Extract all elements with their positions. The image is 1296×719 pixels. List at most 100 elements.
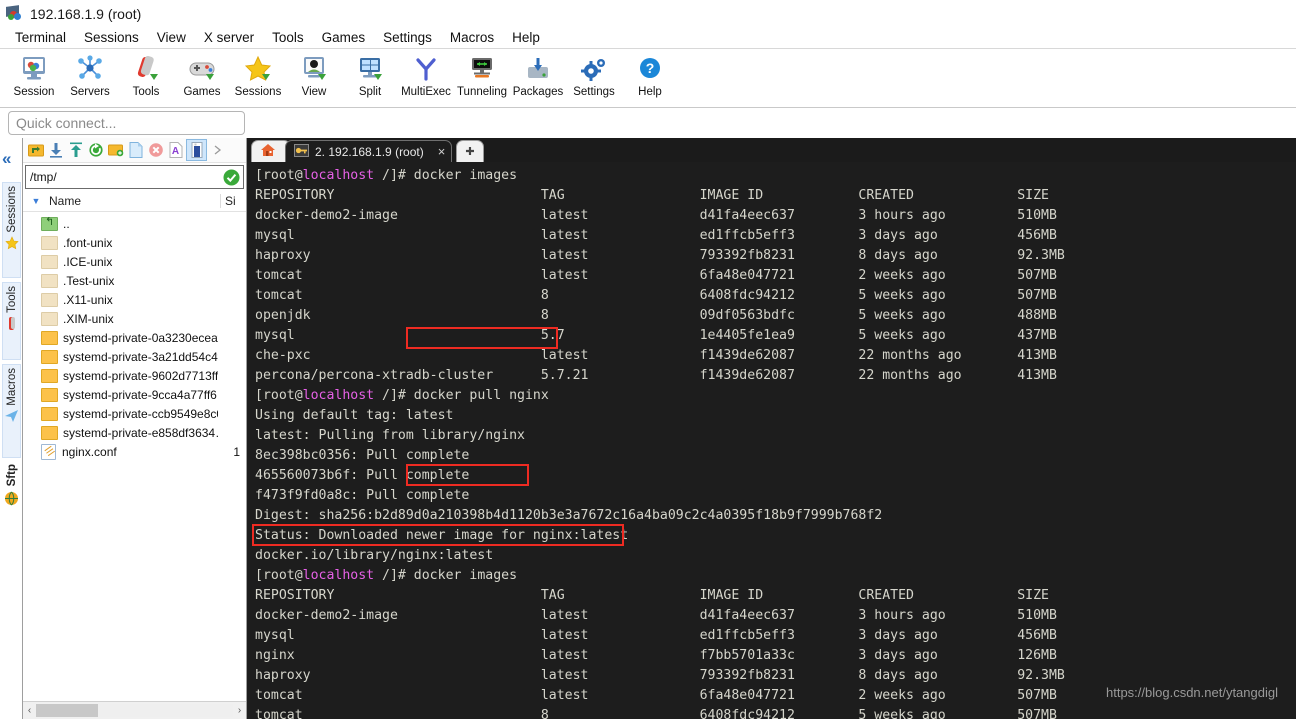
file-name: .. — [63, 216, 70, 231]
rail-tab-tools[interactable]: Tools — [2, 282, 21, 360]
tools-icon — [131, 53, 161, 85]
more-icon[interactable] — [208, 140, 227, 160]
toolbar-button-sessions[interactable]: Sessions — [230, 49, 286, 98]
quick-connect-input[interactable]: Quick connect... — [8, 111, 245, 135]
file-name: .Test-unix — [63, 273, 115, 288]
left-rail: « Sessions Tools Macros Sftp — [0, 138, 22, 719]
file-name: systemd-private-3a21dd54c4f… — [63, 349, 218, 364]
list-item[interactable]: systemd-private-ccb9549e8c0… — [23, 404, 246, 423]
folder-icon — [41, 273, 58, 288]
multiexec-icon — [411, 53, 441, 85]
menu-item-games[interactable]: Games — [313, 30, 375, 45]
file-name: .XIM-unix — [63, 311, 114, 326]
new-folder-icon[interactable] — [106, 140, 125, 160]
toolbar-button-view[interactable]: View — [286, 49, 342, 98]
up-folder-icon[interactable] — [26, 140, 45, 160]
delete-icon[interactable] — [146, 140, 165, 160]
terminal-text-line: percona/percona-xtradb-cluster 5.7.21 f1… — [255, 368, 1057, 383]
split-icon — [355, 53, 385, 85]
list-item[interactable]: systemd-private-0a3230eceaf… — [23, 328, 246, 347]
rail-tab-sftp-label: Sftp — [5, 464, 18, 487]
toolbar-button-tunneling[interactable]: Tunneling — [454, 49, 510, 98]
text-mode-icon[interactable]: A — [166, 140, 185, 160]
menu-item-terminal[interactable]: Terminal — [6, 30, 75, 45]
folder-icon — [41, 254, 58, 269]
toolbar-button-split[interactable]: Split — [342, 49, 398, 98]
tab-session-192-168-1-9[interactable]: 2. 192.168.1.9 (root) × — [285, 140, 453, 162]
new-file-icon[interactable] — [126, 140, 145, 160]
path-input-row[interactable]: /tmp/ — [25, 165, 244, 189]
toolbar-button-tools[interactable]: Tools — [118, 49, 174, 98]
menu-item-help[interactable]: Help — [503, 30, 549, 45]
toolbar-label-tools: Tools — [132, 86, 160, 98]
highlight-docker-images — [406, 464, 529, 486]
servers-icon — [75, 53, 105, 85]
file-list-horizontal-scrollbar[interactable]: ‹ › — [23, 701, 246, 719]
tab-session-label: 2. 192.168.1.9 (root) — [315, 144, 424, 159]
parent-folder-icon — [41, 215, 58, 231]
menu-item-macros[interactable]: Macros — [441, 30, 503, 45]
terminal-output[interactable]: [root@localhost /]# docker images REPOSIT… — [247, 162, 1296, 719]
terminal-text-line: Digest: sha256:b2d89d0a210398b4d1120b3e3… — [255, 508, 883, 523]
folder-icon — [41, 311, 58, 326]
toolbar-button-servers[interactable]: Servers — [62, 49, 118, 98]
collapse-sidebar-icon[interactable]: « — [2, 150, 11, 167]
list-item[interactable]: .. — [23, 214, 246, 233]
column-header-name[interactable]: Name — [49, 194, 220, 208]
menu-item-tools[interactable]: Tools — [263, 30, 313, 45]
terminal-text-line: tomcat latest 6fa48e047721 2 weeks ago 5… — [255, 268, 1057, 283]
file-list[interactable]: .. .font-unix .ICE-unix .Test-unix .X11- — [23, 212, 246, 701]
terminal-text-line: f473f9fd0a8c: Pull complete — [255, 488, 470, 503]
toolbar-button-games[interactable]: Games — [174, 49, 230, 98]
ok-check-icon[interactable] — [221, 167, 241, 187]
list-item[interactable]: .Test-unix — [23, 271, 246, 290]
list-item[interactable]: systemd-private-9cca4a77ff6… — [23, 385, 246, 404]
column-header-size[interactable]: Si — [220, 194, 246, 208]
download-icon[interactable] — [46, 140, 65, 160]
file-name: systemd-private-9602d7713ff… — [63, 368, 218, 383]
terminal-text-line: mysql latest ed1ffcb5eff3 3 days ago 456… — [255, 228, 1057, 243]
rail-tab-macros[interactable]: Macros — [2, 364, 21, 458]
toolbar-button-session[interactable]: Session — [6, 49, 62, 98]
close-icon[interactable]: × — [438, 144, 446, 159]
menu-item-sessions[interactable]: Sessions — [75, 30, 148, 45]
help-icon: ? — [635, 53, 665, 85]
menu-item-settings[interactable]: Settings — [374, 30, 441, 45]
toolbar-button-settings[interactable]: Settings — [566, 49, 622, 98]
list-item[interactable]: .XIM-unix — [23, 309, 246, 328]
globe-icon — [4, 491, 19, 511]
folder-icon — [41, 425, 58, 440]
rail-tab-sessions[interactable]: Sessions — [2, 182, 21, 278]
terminal-key-icon — [294, 143, 309, 160]
menu-item-view[interactable]: View — [148, 30, 195, 45]
usb-icon[interactable] — [186, 139, 207, 161]
list-item[interactable]: .ICE-unix — [23, 252, 246, 271]
list-item[interactable]: .font-unix — [23, 233, 246, 252]
list-item[interactable]: systemd-private-9602d7713ff… — [23, 366, 246, 385]
list-item[interactable]: .X11-unix — [23, 290, 246, 309]
svg-text:?: ? — [646, 60, 655, 76]
toolbar-button-packages[interactable]: Packages — [510, 49, 566, 98]
folder-icon — [41, 406, 58, 421]
upload-icon[interactable] — [66, 140, 85, 160]
gear-icon — [579, 53, 609, 85]
folder-icon — [41, 368, 58, 383]
refresh-icon[interactable] — [86, 140, 105, 160]
folder-icon — [41, 292, 58, 307]
rail-tab-sftp[interactable]: Sftp — [2, 464, 21, 511]
list-item[interactable]: systemd-private-3a21dd54c4f… — [23, 347, 246, 366]
list-item[interactable]: nginx.conf 1 — [23, 442, 246, 461]
terminal-text-line: docker.io/library/nginx:latest — [255, 548, 494, 563]
sort-indicator-icon[interactable]: ▼ — [23, 196, 49, 206]
tab-add-new[interactable]: ✚ — [456, 140, 484, 162]
folder-icon — [41, 330, 58, 345]
path-input[interactable]: /tmp/ — [26, 170, 221, 184]
conf-file-icon — [41, 443, 56, 460]
menubar: Terminal Sessions View X server Tools Ga… — [0, 27, 1296, 49]
toolbar-label-tunneling: Tunneling — [456, 86, 508, 98]
menu-item-x-server[interactable]: X server — [195, 30, 263, 45]
toolbar-button-multiexec[interactable]: MultiExec — [398, 49, 454, 98]
toolbar-button-help[interactable]: ? Help — [622, 49, 678, 98]
terminal-text-line: openjdk 8 09df0563bdfc 5 weeks ago 488MB — [255, 308, 1057, 323]
list-item[interactable]: systemd-private-e858df3634… — [23, 423, 246, 442]
